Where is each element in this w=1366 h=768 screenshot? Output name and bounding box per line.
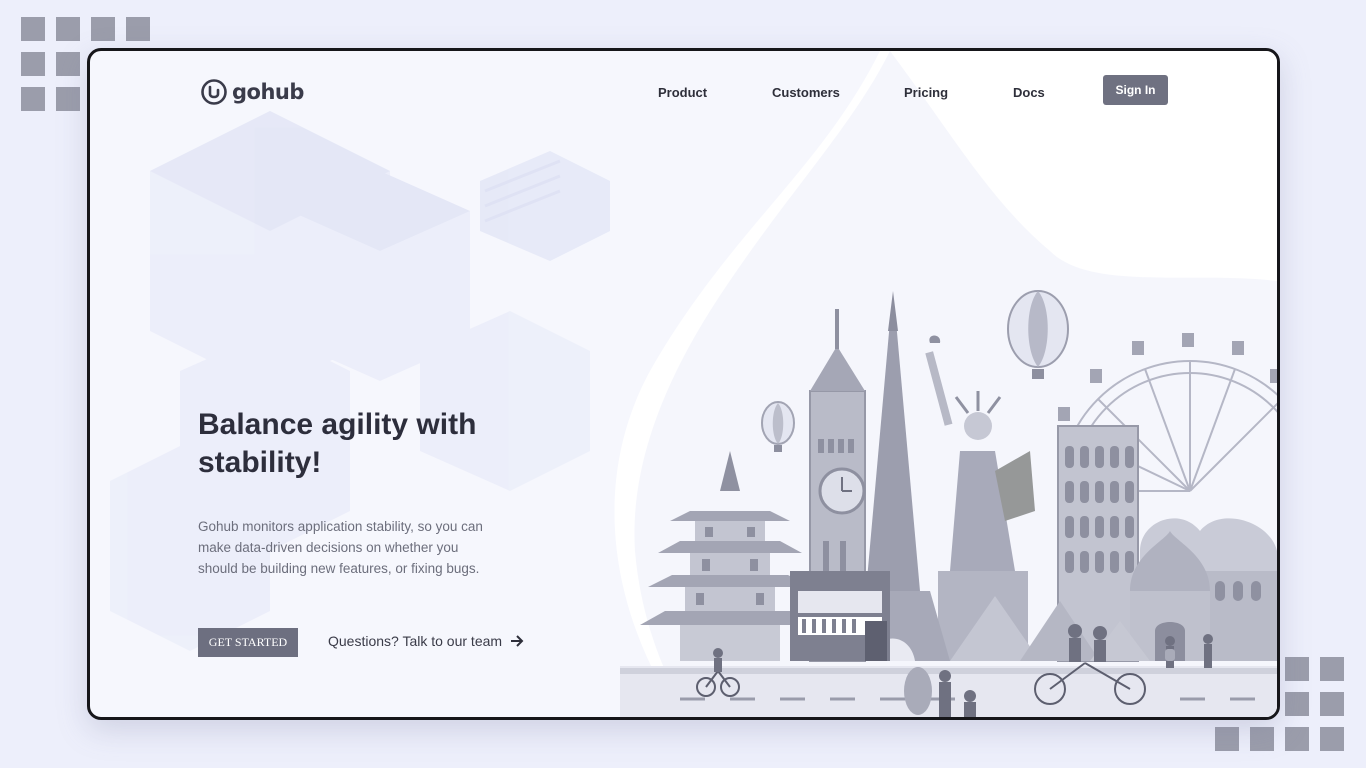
nav-docs[interactable]: Docs xyxy=(1013,85,1045,100)
website-screenshot-frame: gohub Product Customers Pricing Docs Sig… xyxy=(87,48,1280,720)
nav-pricing[interactable]: Pricing xyxy=(904,85,948,100)
page: gohub Product Customers Pricing Docs Sig… xyxy=(0,0,1366,768)
nav-customers[interactable]: Customers xyxy=(772,85,840,100)
sign-in-button[interactable]: Sign In xyxy=(1103,75,1168,105)
brand-logo[interactable]: gohub xyxy=(200,77,304,107)
gohub-logo-icon xyxy=(201,79,227,105)
get-started-button[interactable]: GET STARTED xyxy=(198,628,298,657)
talk-to-team-label: Questions? Talk to our team xyxy=(328,633,503,649)
hero-description: Gohub monitors application stability, so… xyxy=(198,519,483,576)
brand-name: gohub xyxy=(232,80,304,104)
background-illustration xyxy=(110,51,1277,717)
talk-to-team-link[interactable]: Questions? Talk to our team xyxy=(328,633,524,649)
hero-title: Balance agility with stability! xyxy=(198,408,477,479)
arrow-right-icon xyxy=(511,635,524,647)
top-navigation: gohub Product Customers Pricing Docs Sig… xyxy=(90,51,1277,131)
nav-product[interactable]: Product xyxy=(658,85,707,100)
